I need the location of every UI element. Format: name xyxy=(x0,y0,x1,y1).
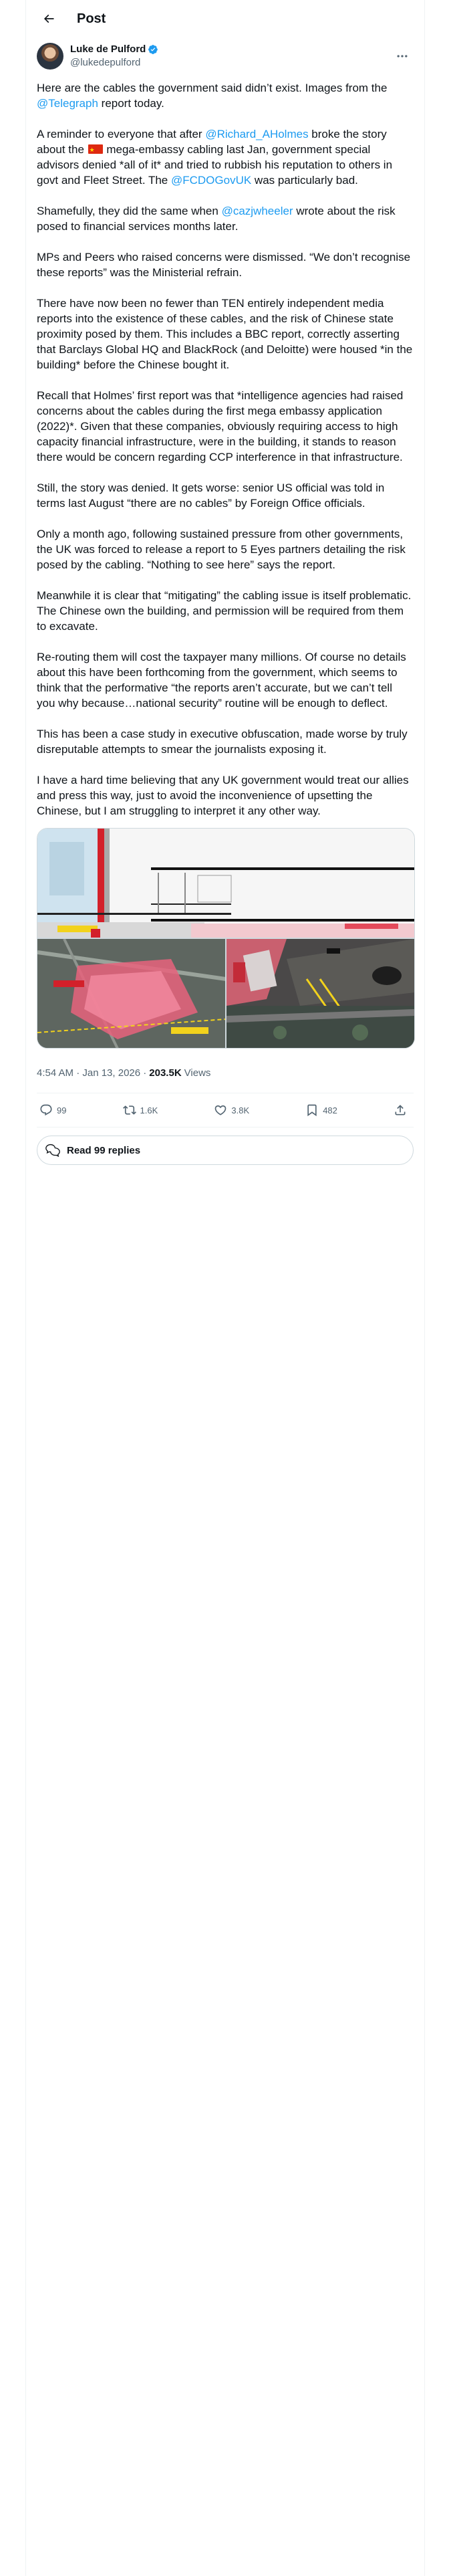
views-label: Views xyxy=(184,1067,211,1079)
like-count: 3.8K xyxy=(231,1105,250,1115)
tweet-paragraph: Meanwhile it is clear that “mitigating” … xyxy=(37,589,412,633)
read-replies-button[interactable]: Read 99 replies xyxy=(37,1136,414,1165)
cross-section-diagram xyxy=(37,829,414,938)
reply-icon xyxy=(40,1104,52,1116)
repost-button[interactable]: 1.6K xyxy=(122,1103,158,1117)
more-horizontal-icon xyxy=(397,55,408,58)
post-meta: 4:54 AM · Jan 13, 2026 · 203.5K Views xyxy=(37,1059,414,1086)
like-button[interactable]: 3.8K xyxy=(214,1103,249,1117)
mention-link[interactable]: @cazjwheeler xyxy=(222,205,293,217)
chat-bubbles-icon xyxy=(45,1144,60,1157)
more-options-button[interactable] xyxy=(391,45,414,68)
media-image-2[interactable] xyxy=(37,939,225,1048)
post-timestamp[interactable]: 4:54 AM · Jan 13, 2026 · xyxy=(37,1067,146,1079)
back-button[interactable] xyxy=(37,7,61,31)
text-run: Shamefully, they did the same when xyxy=(37,205,222,217)
page-title: Post xyxy=(77,11,106,26)
street-photo xyxy=(227,939,414,1048)
share-button[interactable] xyxy=(394,1103,411,1117)
mention-link[interactable]: @FCDOGovUK xyxy=(171,174,251,187)
reply-count: 99 xyxy=(57,1105,67,1115)
main-column: Post Luke de Pulford @lukedepulford Here… xyxy=(25,0,425,2576)
author-names: Luke de Pulford @lukedepulford xyxy=(70,43,158,70)
views-count: 203.5K xyxy=(149,1067,182,1079)
repost-count: 1.6K xyxy=(140,1105,158,1115)
tweet-paragraph: Only a month ago, following sustained pr… xyxy=(37,528,406,571)
tweet-paragraph: Shamefully, they did the same when @cazj… xyxy=(37,203,414,234)
user-handle[interactable]: @lukedepulford xyxy=(70,56,158,70)
aerial-map-render xyxy=(37,939,225,1048)
tweet-paragraph: A reminder to everyone that after @Richa… xyxy=(37,126,414,188)
tweet-paragraph: This has been a case study in executive … xyxy=(37,728,408,756)
text-run: report today. xyxy=(98,97,164,110)
tweet-text: Here are the cables the government said … xyxy=(37,80,414,819)
media-grid xyxy=(37,828,415,1049)
tweet-paragraph: Re-routing them will cost the taxpayer m… xyxy=(37,651,406,710)
display-name-row: Luke de Pulford xyxy=(70,43,158,56)
share-icon xyxy=(395,1105,406,1115)
media-image-3[interactable] xyxy=(227,939,414,1048)
read-replies-label: Read 99 replies xyxy=(67,1144,141,1156)
tweet-paragraph: Here are the cables the government said … xyxy=(37,80,414,111)
text-run: Here are the cables the government said … xyxy=(37,82,388,94)
verified-badge-icon xyxy=(148,45,158,54)
tweet-paragraph: I have a hard time believing that any UK… xyxy=(37,774,409,817)
action-bar: 99 1.6K 3.8K 482 xyxy=(37,1093,414,1128)
tweet-paragraph: There have now been no fewer than TEN en… xyxy=(37,297,413,371)
mention-link[interactable]: @Richard_AHolmes xyxy=(205,128,308,140)
arrow-left-icon xyxy=(43,14,54,23)
avatar[interactable] xyxy=(37,43,63,70)
display-name[interactable]: Luke de Pulford xyxy=(70,43,146,56)
reply-button[interactable]: 99 xyxy=(39,1103,66,1117)
tweet-paragraph: Still, the story was denied. It gets wor… xyxy=(37,481,385,510)
post: Luke de Pulford @lukedepulford Here are … xyxy=(26,37,424,1165)
author-row: Luke de Pulford @lukedepulford xyxy=(37,40,414,72)
media-image-1[interactable] xyxy=(37,829,414,938)
tweet-paragraph: MPs and Peers who raised concerns were d… xyxy=(37,251,411,279)
repost-icon xyxy=(122,1105,136,1115)
china-flag-emoji xyxy=(88,142,103,158)
text-run: was particularly bad. xyxy=(251,174,358,187)
bookmark-button[interactable]: 482 xyxy=(305,1103,337,1117)
header-bar: Post xyxy=(26,0,424,37)
mention-link[interactable]: @Telegraph xyxy=(37,97,98,110)
bookmark-count: 482 xyxy=(323,1105,337,1115)
heart-icon xyxy=(215,1105,227,1115)
bookmark-icon xyxy=(307,1104,317,1117)
tweet-paragraph: Recall that Holmes’ first report was tha… xyxy=(37,389,404,463)
text-run: A reminder to everyone that after xyxy=(37,128,206,140)
